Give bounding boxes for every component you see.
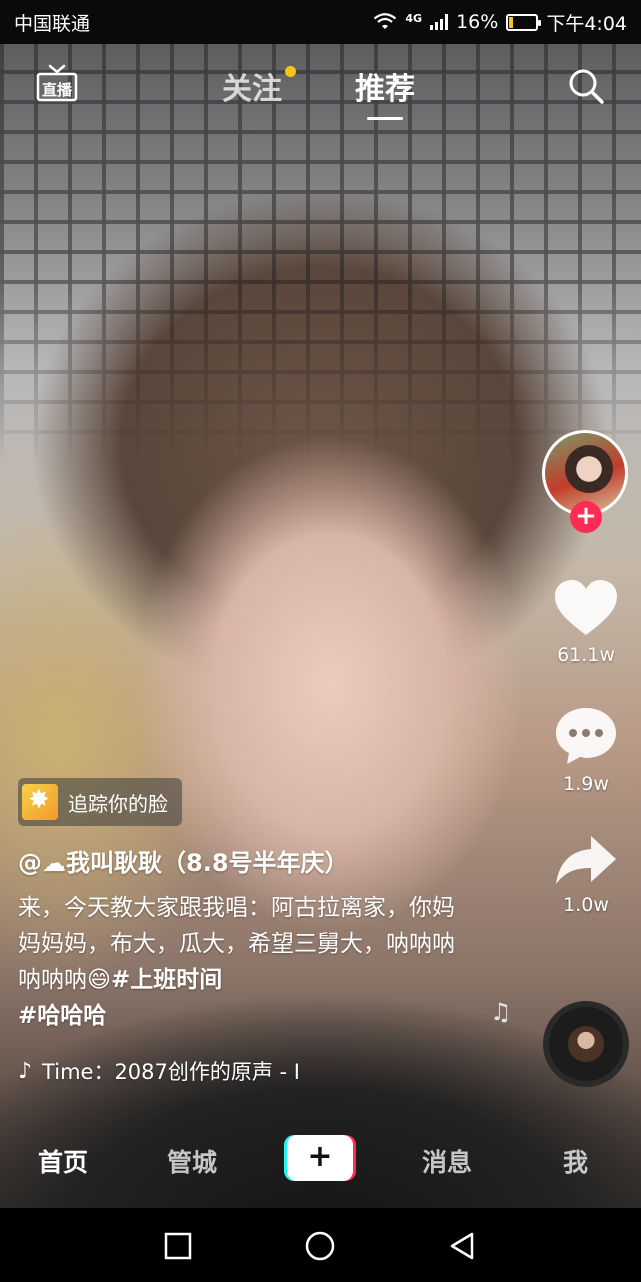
share-button[interactable]: 1.0w: [541, 832, 631, 916]
live-icon-text: 直播: [42, 81, 73, 99]
creator-avatar-group: +: [542, 430, 630, 533]
nav-mall[interactable]: 管城: [167, 1143, 217, 1179]
search-icon[interactable]: [566, 66, 606, 106]
heart-icon: [555, 580, 617, 635]
wifi-icon: [374, 13, 397, 29]
nav-messages[interactable]: 消息: [422, 1143, 472, 1179]
comment-icon: [556, 708, 616, 764]
creator-username[interactable]: @☁我叫耿耿（8.8号半年庆）: [18, 843, 349, 878]
description-text: 来，今天教大家跟我唱：阿古拉离家，你妈妈妈妈，布大，瓜大，希望三舅大，呐呐呐呐呐…: [18, 895, 455, 993]
recent-apps-icon[interactable]: [162, 1230, 194, 1262]
create-button[interactable]: +: [284, 1135, 356, 1181]
plus-icon: +: [287, 1135, 353, 1181]
hashtag[interactable]: #上班时间: [111, 967, 222, 993]
signal-icon: [430, 14, 449, 30]
system-nav-bar: [0, 1208, 641, 1282]
back-triangle-icon[interactable]: [446, 1230, 478, 1262]
music-disc-cover: [568, 1026, 604, 1062]
battery-percent: 16%: [456, 11, 499, 33]
hashtag[interactable]: #哈哈哈: [18, 1003, 106, 1029]
home-circle-icon[interactable]: [304, 1230, 336, 1262]
tab-recommend-label: 推荐: [355, 72, 415, 107]
live-button[interactable]: 直播: [36, 62, 78, 106]
network-type-label: 4G: [405, 11, 423, 25]
status-icons: 4G 16% 下午4:04: [373, 9, 627, 36]
tiktok-note-icon: ♪: [18, 1058, 33, 1084]
tab-follow-label: 关注: [222, 72, 282, 107]
new-content-dot: [285, 66, 296, 77]
tab-follow[interactable]: 关注: [222, 64, 296, 108]
comment-button[interactable]: 1.9w: [541, 705, 631, 795]
nav-me[interactable]: 我: [563, 1143, 588, 1179]
share-count: 1.0w: [563, 894, 609, 916]
effect-tag[interactable]: 追踪你的脸: [18, 778, 182, 826]
status-bar: 中国联通 4G 16% 下午4:04: [0, 0, 641, 44]
clock: 下午4:04: [546, 12, 627, 35]
video-description: 来，今天教大家跟我唱：阿古拉离家，你妈妈妈妈，布大，瓜大，希望三舅大，呐呐呐呐呐…: [18, 890, 458, 1034]
like-button[interactable]: 61.1w: [541, 578, 631, 666]
follow-plus-icon[interactable]: +: [570, 501, 602, 533]
music-title: Time：2087创作的原声 - I: [42, 1060, 301, 1084]
carrier-label: 中国联通: [14, 12, 91, 35]
share-arrow-icon: [556, 836, 616, 884]
music-notes-icon: ♫: [490, 998, 512, 1026]
like-count: 61.1w: [557, 644, 615, 666]
tab-recommend[interactable]: 推荐: [355, 64, 415, 120]
effect-label: 追踪你的脸: [68, 791, 168, 816]
comment-count: 1.9w: [563, 773, 609, 795]
music-info[interactable]: ♪ Time：2087创作的原声 - I: [18, 1056, 300, 1086]
live-tv-icon: 直播: [36, 64, 78, 102]
top-nav: 直播 关注 推荐: [0, 56, 641, 120]
music-disc[interactable]: [543, 1001, 629, 1087]
bottom-nav: 首页 管城 + 消息 我: [0, 1125, 641, 1195]
nav-home[interactable]: 首页: [38, 1143, 88, 1179]
effect-sparkle-icon: [22, 784, 58, 820]
battery-icon: [506, 13, 542, 31]
